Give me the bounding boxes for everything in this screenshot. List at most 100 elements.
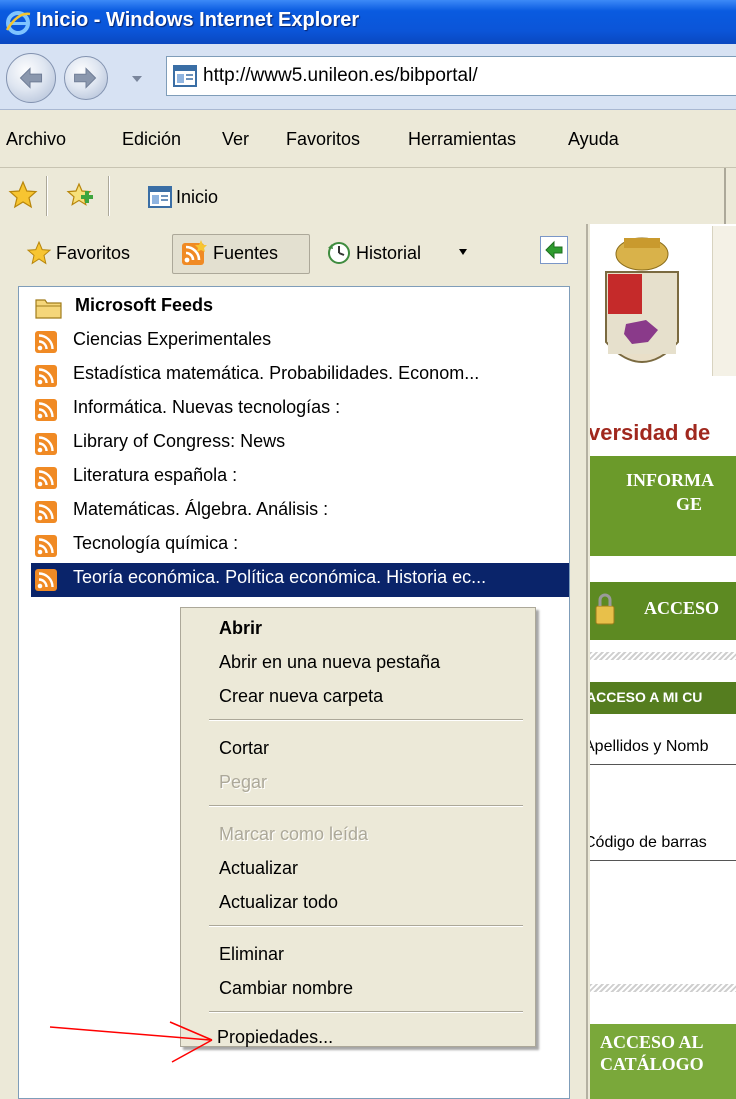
historial-label: Historial: [356, 243, 422, 263]
title-bar[interactable]: Inicio - Windows Internet Explorer: [0, 0, 736, 44]
feed-item[interactable]: Matemáticas. Álgebra. Análisis :: [33, 495, 569, 529]
menu-item-cortar[interactable]: Cortar: [219, 738, 269, 759]
recent-pages-dropdown-icon[interactable]: [130, 74, 144, 84]
address-bar: http://www5.unileon.es/bibportal/: [0, 44, 736, 110]
university-name: versidad de: [590, 420, 711, 445]
divider: [108, 176, 110, 216]
internet-explorer-icon: [5, 11, 31, 35]
feed-label: Tecnología química :: [73, 533, 239, 553]
menu-edicion[interactable]: Edición: [122, 129, 181, 150]
chevron-down-icon[interactable]: [458, 248, 468, 256]
folder-icon: [35, 299, 62, 319]
url-text: http://www5.unileon.es/bibportal/: [203, 65, 478, 86]
feed-label: Teoría económica. Política económica. Hi…: [73, 567, 487, 587]
forward-arrow-icon: [74, 67, 97, 89]
fuentes-label: Fuentes: [213, 243, 279, 263]
page-icon: [173, 65, 197, 87]
fuentes-button[interactable]: Fuentes: [172, 234, 310, 274]
tab-label: Inicio: [176, 187, 219, 207]
favoritos-label: Favoritos: [56, 243, 131, 263]
lock-icon: [595, 593, 615, 625]
menu-item-abrir[interactable]: Abrir: [219, 618, 262, 639]
context-menu: Abrir Abrir en una nueva pestaña Crear n…: [180, 607, 536, 1047]
apellidos-label: Apellidos y Nomb: [590, 738, 709, 755]
rss-feed-icon: [35, 365, 57, 387]
input-underline: [590, 860, 736, 861]
feed-label: Ciencias Experimentales: [73, 329, 272, 349]
rss-feed-icon: [35, 535, 57, 557]
folder-microsoft-feeds[interactable]: Microsoft Feeds: [33, 291, 569, 325]
history-clock-icon: [328, 242, 350, 264]
acceso-catalogo-line-2: CATÁLOGO: [600, 1054, 704, 1074]
rss-feed-icon: [35, 467, 57, 489]
menu-item-eliminar[interactable]: Eliminar: [219, 944, 284, 965]
favorites-center-toolbar: Favoritos Fuentes Historial: [0, 224, 588, 280]
feed-item[interactable]: Estadística matemática. Probabilidades. …: [33, 359, 569, 393]
back-button[interactable]: [6, 53, 56, 103]
address-input[interactable]: http://www5.unileon.es/bibportal/: [166, 56, 736, 96]
menu-bar: Archivo Edición Ver Favoritos Herramient…: [0, 110, 736, 168]
menu-item-pegar: Pegar: [219, 772, 268, 792]
feed-item[interactable]: Library of Congress: News: [33, 427, 569, 461]
rss-feed-icon: [35, 331, 57, 353]
pin-favorites-center-button[interactable]: [540, 236, 568, 264]
page-icon: [148, 186, 172, 208]
menu-archivo[interactable]: Archivo: [6, 129, 66, 150]
menu-separator: [209, 719, 523, 721]
feed-item-selected[interactable]: Teoría económica. Política económica. Hi…: [31, 563, 569, 597]
rss-feed-icon: [35, 433, 57, 455]
info-line-2: GE: [676, 494, 703, 514]
menu-item-abrir-nueva-pestana[interactable]: Abrir en una nueva pestaña: [219, 652, 440, 673]
menu-item-actualizar[interactable]: Actualizar: [219, 858, 298, 879]
feed-label: Informática. Nuevas tecnologías :: [73, 397, 341, 417]
acceso-banner[interactable]: ACCESO: [590, 582, 736, 640]
web-page-content: versidad de INFORMA GE ACCESO ACCESO A M…: [590, 224, 736, 1099]
feeds-icon: [182, 240, 207, 265]
input-underline: [590, 764, 736, 765]
feed-item[interactable]: Tecnología química :: [33, 529, 569, 563]
add-to-favorites-icon[interactable]: [64, 180, 94, 210]
menu-herramientas[interactable]: Herramientas: [408, 129, 516, 150]
rss-feed-icon: [35, 399, 57, 421]
menu-item-cambiar-nombre[interactable]: Cambiar nombre: [219, 978, 353, 999]
menu-ver[interactable]: Ver: [222, 129, 249, 150]
menu-item-actualizar-todo[interactable]: Actualizar todo: [219, 892, 338, 913]
feed-item[interactable]: Ciencias Experimentales: [33, 325, 569, 359]
menu-separator: [209, 925, 523, 927]
tab-inicio[interactable]: Inicio: [130, 168, 726, 224]
pin-arrow-icon: [545, 240, 563, 260]
info-banner[interactable]: INFORMA GE: [590, 456, 736, 556]
menu-separator: [209, 1011, 523, 1013]
historial-button[interactable]: Historial: [322, 238, 482, 272]
forward-button[interactable]: [64, 56, 108, 100]
rss-feed-icon: [35, 501, 57, 523]
favoritos-button[interactable]: Favoritos: [22, 238, 162, 272]
feed-item[interactable]: Informática. Nuevas tecnologías :: [33, 393, 569, 427]
codigo-barras-label: Código de barras: [590, 834, 707, 851]
favorites-bar: Inicio: [0, 168, 736, 224]
divider: [46, 176, 48, 216]
back-arrow-icon: [19, 67, 43, 89]
acceso-mi-cuenta-bar: ACCESO A MI CU: [590, 682, 736, 714]
acceso-catalogo-banner[interactable]: ACCESO AL CATÁLOGO: [590, 1024, 736, 1099]
feed-label: Literatura española :: [73, 465, 238, 485]
acceso-mi-cuenta-label: ACCESO A MI CU: [590, 689, 703, 705]
menu-favoritos[interactable]: Favoritos: [286, 129, 360, 150]
favorites-star-icon[interactable]: [8, 180, 38, 210]
header-banner: [712, 226, 736, 376]
feed-label: Estadística matemática. Probabilidades. …: [73, 363, 480, 383]
favorites-star-icon: [26, 240, 52, 265]
feed-label: Library of Congress: News: [73, 431, 286, 451]
menu-separator: [209, 805, 523, 807]
info-line-1: INFORMA: [626, 470, 714, 490]
feed-item[interactable]: Literatura española :: [33, 461, 569, 495]
hatched-divider: [590, 652, 736, 660]
menu-ayuda[interactable]: Ayuda: [568, 129, 619, 150]
menu-item-propiedades[interactable]: Propiedades...: [217, 1027, 333, 1048]
hatched-divider: [590, 984, 736, 992]
acceso-label: ACCESO: [644, 598, 720, 618]
menu-item-marcar-leida: Marcar como leída: [219, 824, 369, 844]
folder-label: Microsoft Feeds: [75, 295, 214, 315]
feed-label: Matemáticas. Álgebra. Análisis :: [73, 499, 329, 519]
menu-item-crear-carpeta[interactable]: Crear nueva carpeta: [219, 686, 383, 707]
